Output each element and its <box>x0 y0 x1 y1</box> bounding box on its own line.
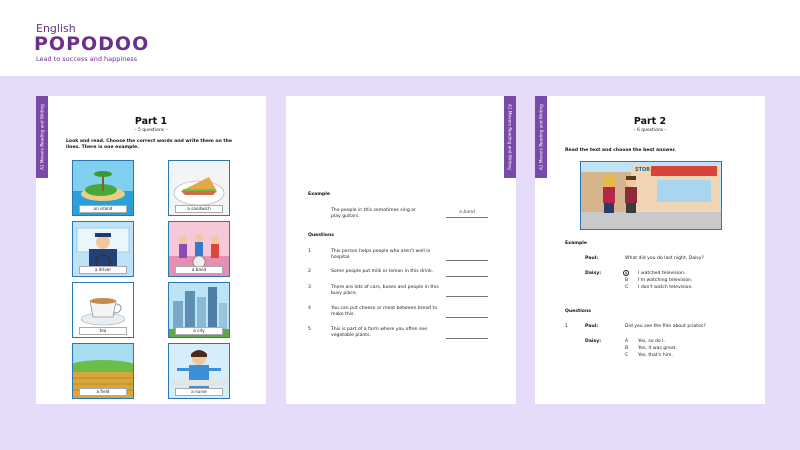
tile-nurse: a nurse <box>168 343 230 399</box>
page-part2: A1 Movers Reading and Writing Part 2 – 6… <box>535 96 765 404</box>
side-tab: A1 Movers Reading and Writing <box>36 96 48 178</box>
tile-band: a band <box>168 221 230 277</box>
question-text: You can put cheese or meat between bread… <box>331 306 438 318</box>
example-answer: a band <box>459 210 475 215</box>
option-letter[interactable]: B <box>625 346 628 352</box>
answer-line[interactable] <box>446 276 488 277</box>
speaker-label: Paul: <box>585 256 599 261</box>
speaker-label: Paul: <box>585 324 599 329</box>
option-text: I don't watch television. <box>638 285 693 290</box>
option-text[interactable]: Yes, so do I. <box>638 339 665 345</box>
question-number: 3 <box>308 285 311 290</box>
brand-logo: POPODOO <box>34 33 150 55</box>
page-part1: A1 Movers Reading and Writing Part 1 – 5… <box>36 96 266 404</box>
brand-tagline: Lead to success and happiness <box>36 55 138 63</box>
example-heading: Example <box>308 192 330 197</box>
option-text[interactable]: Yes, it was great. <box>638 346 677 352</box>
question-text: Some people put milk or lemon in this dr… <box>331 269 434 274</box>
tile-sandwich: a sandwich <box>168 160 230 216</box>
answer-line <box>446 217 488 218</box>
instruction: Look and read. Choose the correct words … <box>66 139 233 151</box>
tile-label: an island <box>79 205 127 213</box>
option-letter: B <box>625 278 629 283</box>
questions-heading: Questions <box>565 309 591 314</box>
question-number: 5 <box>308 327 311 332</box>
dialogue-line: Did you see the film about pirates? <box>625 324 706 329</box>
page-subtitle: – 5 questions – <box>134 128 168 133</box>
answer-line[interactable] <box>446 317 488 318</box>
dialogue-line: What did you do last night, Daisy? <box>625 256 704 261</box>
tile-label: tea <box>79 327 127 335</box>
example-heading: Example <box>565 241 587 246</box>
tile-driver: a driver <box>72 221 134 277</box>
page-title: Part 2 <box>633 116 667 127</box>
tile-label: a nurse <box>175 388 223 396</box>
option-letter[interactable]: A <box>625 339 628 345</box>
question-text: This is part of a farm where you often s… <box>331 327 428 339</box>
page-subtitle: – 6 questions – <box>633 128 667 133</box>
question-number: 1 <box>308 249 311 254</box>
tile-city: a city <box>168 282 230 338</box>
store-sign: STOR <box>635 167 651 173</box>
example-text: The people in this sometimes sing or pla… <box>331 208 416 220</box>
speaker-label: Daisy: <box>585 339 602 344</box>
option-letter: C <box>625 285 629 290</box>
option-text: I'm watching television. <box>638 278 693 283</box>
option-text[interactable]: Yes, that's him. <box>638 353 673 359</box>
question-text: This person helps people who aren't well… <box>331 249 431 261</box>
question-number: 1 <box>565 324 568 329</box>
option-letter[interactable]: C <box>625 353 628 359</box>
answer-line[interactable] <box>446 338 488 339</box>
page-title: Part 1 <box>134 116 168 127</box>
side-tab: A1 Movers Reading and Writing <box>504 96 516 178</box>
question-number: 4 <box>308 306 311 311</box>
tile-tea: tea <box>72 282 134 338</box>
tile-label: a city <box>175 327 223 335</box>
questions-heading: Questions <box>308 233 334 238</box>
street-scene-illustration <box>581 162 721 229</box>
brand-header: English POPODOO Lead to success and happ… <box>0 0 800 76</box>
tile-island: an island <box>72 160 134 216</box>
instruction: Read the text and choose the best answer… <box>565 148 676 153</box>
answer-line[interactable] <box>446 260 488 261</box>
tile-label: a driver <box>79 266 127 274</box>
speaker-label: Daisy: <box>585 271 602 276</box>
question-number: 2 <box>308 269 311 274</box>
tile-label: a band <box>175 266 223 274</box>
option-text: I watched television. <box>638 271 686 276</box>
street-scene-image: STOR <box>580 161 722 230</box>
pages-stage: A1 Movers Reading and Writing Part 1 – 5… <box>0 76 800 450</box>
tile-field: a field <box>72 343 134 399</box>
tile-label: a field <box>79 388 127 396</box>
answer-line[interactable] <box>446 296 488 297</box>
tile-label: a sandwich <box>175 205 223 213</box>
page-part1-continued: A1 Movers Reading and Writing Example Th… <box>286 96 516 404</box>
side-tab: A1 Movers Reading and Writing <box>535 96 547 178</box>
question-text: There are lots of cars, buses and people… <box>331 285 439 297</box>
